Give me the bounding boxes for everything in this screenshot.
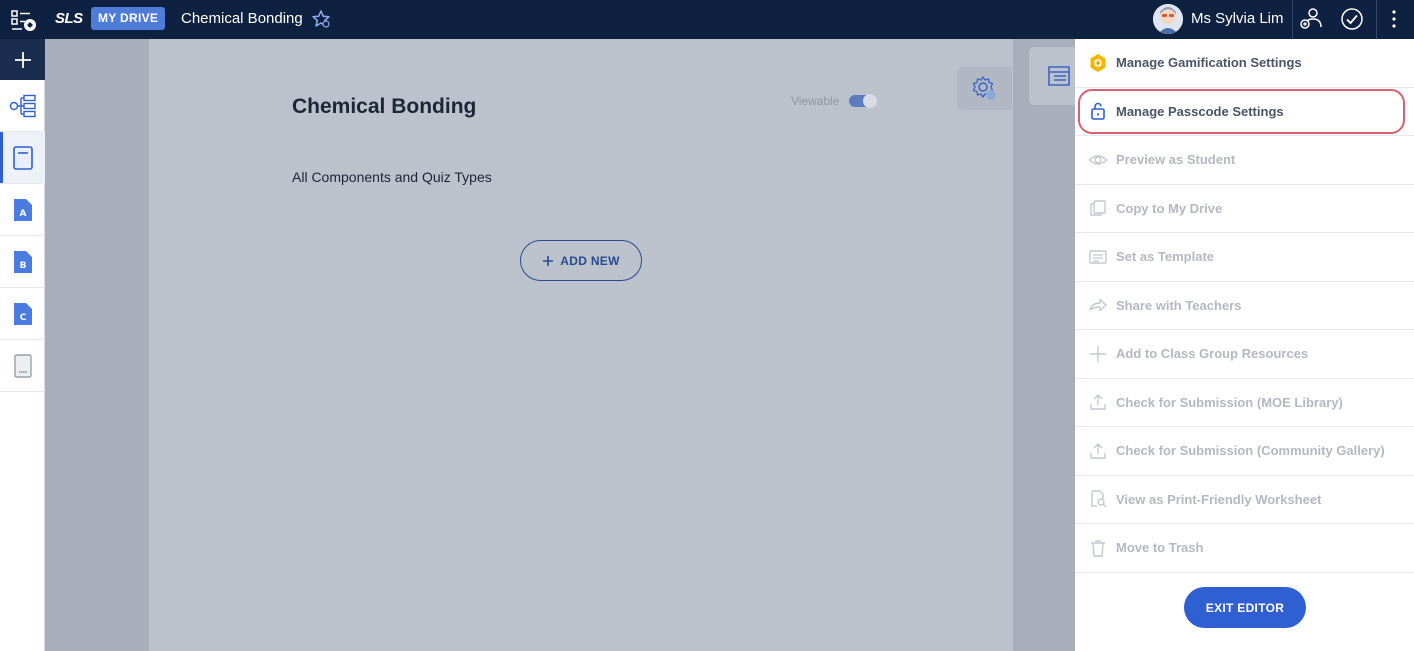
page-title[interactable]: Chemical Bonding (292, 95, 476, 119)
menu-item-label: Set as Template (1116, 249, 1215, 265)
collaborators-icon[interactable] (1299, 7, 1323, 31)
add-new-label: ADD NEW (560, 253, 620, 268)
backdrop (1013, 39, 1075, 651)
menu-item-set-as-template[interactable]: Set as Template (1075, 233, 1414, 282)
section-c-icon: C (13, 302, 32, 325)
highlight-ring (1078, 89, 1405, 134)
sidebar-item-section-b[interactable]: B (0, 236, 45, 288)
menu-item-label: Share with Teachers (1116, 297, 1242, 313)
plus-icon (1088, 344, 1108, 364)
add-section-button[interactable] (0, 39, 45, 80)
more-options-icon[interactable] (1382, 7, 1406, 31)
svg-text:A: A (19, 209, 26, 219)
viewable-label: Viewable (791, 94, 840, 108)
menu-item-copy-to-my-drive[interactable]: Copy to My Drive (1075, 185, 1414, 233)
sidebar-item-section-c[interactable]: C (0, 288, 45, 340)
upload-icon (1088, 441, 1108, 461)
menu-item-manage-gamification[interactable]: Manage Gamification Settings (1075, 39, 1414, 88)
trash-icon (1088, 538, 1108, 558)
favourite-star-icon[interactable] (311, 9, 331, 29)
top-bar: SLS MY DRIVE Chemical Bonding Ms Sylvia … (0, 0, 1414, 39)
lesson-title: Chemical Bonding (181, 10, 303, 27)
gear-icon (972, 75, 996, 100)
backdrop (45, 39, 149, 651)
menu-item-label: Preview as Student (1116, 152, 1236, 168)
lesson-map-icon (9, 94, 36, 117)
menu-item-label: View as Print-Friendly Worksheet (1116, 491, 1322, 507)
viewable-toggle[interactable] (849, 94, 877, 108)
svg-text:B: B (19, 261, 26, 271)
menu-item-preview-as-student[interactable]: Preview as Student (1075, 136, 1414, 185)
my-drive-badge[interactable]: MY DRIVE (91, 7, 166, 30)
lesson-book-icon (12, 145, 33, 170)
exit-editor-button[interactable]: EXIT EDITOR (1184, 587, 1306, 628)
user-name[interactable]: Ms Sylvia Lim (1191, 10, 1284, 27)
apps-menu-icon[interactable] (10, 7, 38, 33)
svg-text:C: C (19, 313, 26, 323)
sidebar-item-section-a[interactable]: A (0, 184, 45, 236)
sidebar-item-notebook[interactable] (0, 340, 45, 392)
plus-icon (14, 51, 31, 68)
menu-item-check-submission-moe-library[interactable]: Check for Submission (MOE Library) (1075, 379, 1414, 427)
eye-icon (1088, 150, 1108, 170)
sidebar-item-lesson-map[interactable] (0, 80, 45, 132)
avatar[interactable] (1153, 4, 1183, 34)
gamification-icon (1088, 53, 1108, 73)
menu-item-label: Manage Gamification Settings (1116, 55, 1302, 71)
template-icon (1088, 247, 1108, 267)
sls-logo[interactable]: SLS (55, 10, 83, 27)
menu-item-move-to-trash[interactable]: Move to Trash (1075, 524, 1414, 573)
menu-item-share-with-teachers[interactable]: Share with Teachers (1075, 282, 1414, 330)
page-description[interactable]: All Components and Quiz Types (292, 169, 492, 185)
add-new-button[interactable]: ADD NEW (520, 240, 642, 281)
menu-item-label: Check for Submission (MOE Library) (1116, 394, 1343, 410)
notebook-icon (13, 353, 32, 378)
lesson-settings-button[interactable] (957, 67, 1012, 110)
copy-icon (1088, 198, 1108, 218)
menu-item-add-to-class-group-resources[interactable]: Add to Class Group Resources (1075, 330, 1414, 379)
plus-icon (543, 255, 554, 266)
worksheet-icon (1048, 66, 1070, 86)
section-a-icon: A (13, 198, 32, 221)
divider (1376, 0, 1377, 39)
menu-item-label: Move to Trash (1116, 540, 1204, 556)
left-sidebar: A B C (0, 39, 45, 651)
lesson-page: Chemical Bonding Viewable All Components… (149, 39, 1013, 651)
sidebar-item-lesson-overview[interactable] (0, 132, 45, 184)
menu-item-label: Check for Submission (Community Gallery) (1116, 443, 1385, 459)
share-icon (1088, 295, 1108, 315)
menu-item-label: Add to Class Group Resources (1116, 346, 1309, 362)
menu-item-label: Copy to My Drive (1116, 200, 1223, 216)
check-circle-icon[interactable] (1340, 7, 1364, 31)
upload-icon (1088, 392, 1108, 412)
divider (1292, 0, 1293, 39)
section-b-icon: B (13, 250, 32, 273)
menu-item-check-submission-community-gallery[interactable]: Check for Submission (Community Gallery) (1075, 427, 1414, 476)
menu-item-print-friendly-worksheet[interactable]: View as Print-Friendly Worksheet (1075, 476, 1414, 524)
print-preview-icon (1088, 489, 1108, 509)
